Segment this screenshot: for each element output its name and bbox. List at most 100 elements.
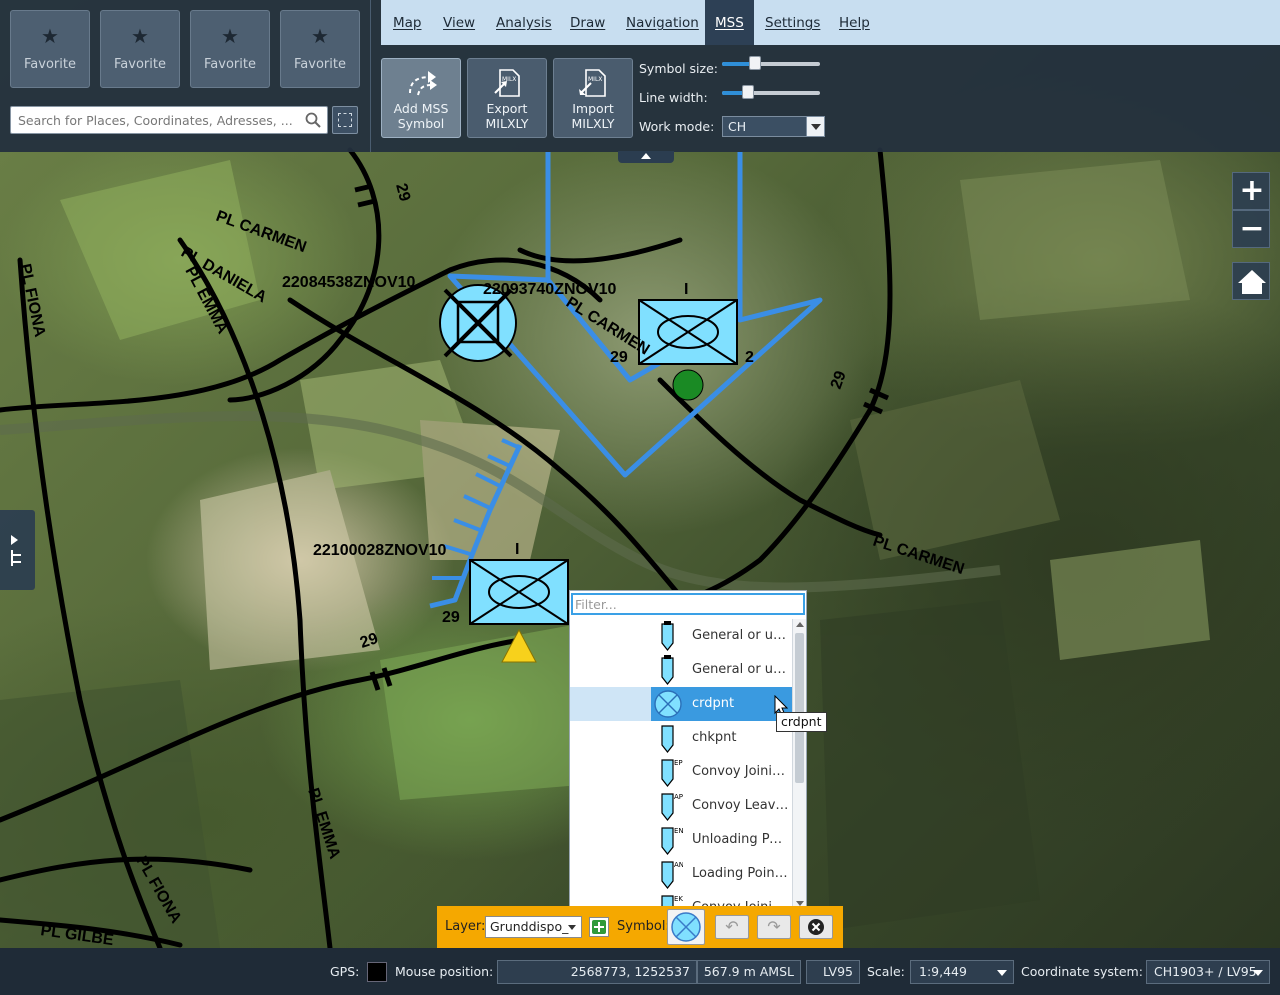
symbol-badge: AP xyxy=(674,793,683,801)
search-icon[interactable] xyxy=(305,112,321,128)
favorite-button-1[interactable]: ★ Favorite xyxy=(10,10,90,88)
scroll-up-icon[interactable] xyxy=(796,622,804,627)
symbol-size-slider[interactable] xyxy=(722,56,820,70)
label-29-e: 29 xyxy=(828,369,850,392)
point-marker-icon xyxy=(661,621,674,651)
scale-select[interactable]: 1:9,449 xyxy=(910,960,1014,984)
area-select-button[interactable] xyxy=(332,106,358,134)
slider-thumb[interactable] xyxy=(742,85,755,99)
add-symbol-arrow-icon xyxy=(409,71,437,96)
menu-bar: Map View Analysis Draw Navigation MSS Se… xyxy=(381,0,1280,45)
label-i-a: I xyxy=(684,281,688,298)
point-marker-icon xyxy=(661,655,674,685)
import-milxly-button[interactable]: MILX Import MILXLY xyxy=(553,58,633,138)
export-milxly-button[interactable]: MILX Export MILXLY xyxy=(467,58,547,138)
symbol-list-item[interactable]: ANP Loading Point ... xyxy=(570,857,792,891)
menu-draw[interactable]: Draw xyxy=(570,0,605,45)
work-mode-label: Work mode: xyxy=(639,119,715,134)
menu-help[interactable]: Help xyxy=(839,0,870,45)
close-draw-button[interactable] xyxy=(799,915,833,939)
filter-input[interactable] xyxy=(573,595,799,613)
symbol-list-item[interactable]: General or un... xyxy=(570,619,792,653)
add-mss-symbol-button[interactable]: Add MSS Symbol xyxy=(381,58,461,138)
search-input[interactable] xyxy=(11,107,296,133)
export-label-2: MILXLY xyxy=(485,116,529,131)
label-29-c: 29 xyxy=(442,609,460,626)
symbol-list-item[interactable]: General or un... xyxy=(570,653,792,687)
label-29-b: 29 xyxy=(610,349,628,366)
scale-label: Scale: xyxy=(867,964,905,979)
scroll-thumb[interactable] xyxy=(795,633,804,783)
undo-button[interactable]: ↶ xyxy=(715,915,749,939)
symbol-list-item[interactable]: ENP Unloading Poi... xyxy=(570,823,792,857)
menu-settings[interactable]: Settings xyxy=(765,0,820,45)
crs-label: Coordinate system: xyxy=(1021,964,1143,979)
projection-select[interactable]: LV95 xyxy=(806,960,860,984)
point-marker-icon: EP xyxy=(661,759,683,787)
symbol-badge: ANP xyxy=(674,861,683,869)
zoom-in-button[interactable]: + xyxy=(1232,172,1270,210)
crs-select[interactable]: CH1903+ / LV95 xyxy=(1146,960,1270,984)
add-mss-label: Add MSS xyxy=(393,101,449,116)
symbol-label: Symbol: xyxy=(617,919,670,934)
export-label: Export xyxy=(486,101,528,116)
symbol-size-label: Symbol size: xyxy=(639,61,718,76)
gps-label: GPS: xyxy=(330,964,360,979)
star-icon: ★ xyxy=(221,24,239,48)
zoom-out-button[interactable]: − xyxy=(1232,210,1270,248)
symbol-badge: ENP xyxy=(674,827,683,835)
symbol-list-item-label: Convoy Joinin... xyxy=(692,764,790,779)
app-root: PL CARMEN PL DANIELA PL EMMA PL FIONA 22… xyxy=(0,0,1280,995)
favorite-button-2[interactable]: ★ Favorite xyxy=(100,10,180,88)
redo-button[interactable]: ↷ xyxy=(757,915,791,939)
favorite-button-3[interactable]: ★ Favorite xyxy=(190,10,270,88)
collapse-toolbar-button[interactable] xyxy=(618,151,674,163)
menu-map[interactable]: Map xyxy=(393,0,422,45)
import-file-icon: MILX xyxy=(579,69,606,97)
slider-thumb[interactable] xyxy=(749,56,762,70)
menu-mss[interactable]: MSS xyxy=(705,0,754,45)
symbol-list-item-label: General or un... xyxy=(692,628,790,643)
add-layer-button[interactable] xyxy=(589,917,609,937)
star-icon: ★ xyxy=(41,24,59,48)
gps-toggle[interactable] xyxy=(367,962,387,982)
layer-select[interactable]: Grunddispo_ xyxy=(485,916,582,938)
symbol-list-item[interactable]: AP Convoy Leavi... xyxy=(570,789,792,823)
filter-box xyxy=(571,593,805,615)
symbol-picker-popup: General or un... General or un... crdpntch… xyxy=(569,590,807,910)
menu-view[interactable]: View xyxy=(443,0,475,45)
work-mode-select[interactable]: CH xyxy=(722,116,825,137)
symbol-list-item[interactable]: chkpnt xyxy=(570,721,792,755)
menu-navigation[interactable]: Navigation xyxy=(626,0,699,45)
symbol-list-item[interactable]: crdpnt xyxy=(570,687,792,721)
symbol-list-item-label: General or un... xyxy=(692,662,790,677)
export-file-icon: MILX xyxy=(494,69,520,97)
symbol-badge: EKP xyxy=(674,895,683,903)
point-marker-icon: ENP xyxy=(661,827,683,855)
label-dtg-3: 22100028ZNOV10 xyxy=(313,542,447,559)
crossing-point-icon xyxy=(671,912,701,942)
symbol-list: General or un... General or un... crdpnt ch… xyxy=(570,619,792,909)
plus-icon: + xyxy=(1239,173,1265,208)
layer-select-value: Grunddispo_ xyxy=(490,919,569,934)
layer-tree-toggle[interactable] xyxy=(0,510,35,590)
favorite-label: Favorite xyxy=(294,57,346,72)
mouse-position-value: 2568773, 1252537 xyxy=(497,960,697,984)
current-symbol-preview[interactable] xyxy=(667,909,705,945)
symbol-list-item-label: Unloading Poi... xyxy=(692,832,790,847)
favorite-label: Favorite xyxy=(114,57,166,72)
add-icon xyxy=(592,920,606,934)
chevron-down-icon[interactable] xyxy=(806,117,824,136)
favorite-button-4[interactable]: ★ Favorite xyxy=(280,10,360,88)
menu-analysis[interactable]: Analysis xyxy=(496,0,552,45)
home-button[interactable] xyxy=(1232,262,1270,300)
panel-divider xyxy=(370,0,371,152)
draw-toolbar: Layer: Grunddispo_ Symbol: ↶ ↷ xyxy=(437,906,843,948)
search-box xyxy=(10,106,328,134)
top-panel: ★ Favorite ★ Favorite ★ Favorite ★ Favor… xyxy=(0,0,1280,152)
symbol-list-scrollbar[interactable] xyxy=(792,619,806,909)
label-29-a: 29 xyxy=(392,182,413,204)
crs-value: CH1903+ / LV95 xyxy=(1154,964,1257,979)
symbol-list-item[interactable]: EP Convoy Joinin... xyxy=(570,755,792,789)
line-width-slider[interactable] xyxy=(722,85,820,99)
